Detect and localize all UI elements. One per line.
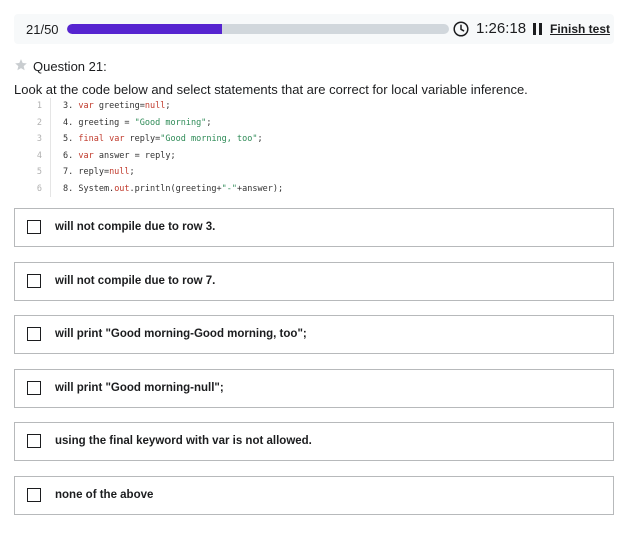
code-token: out xyxy=(114,183,130,194)
line-number: 5 xyxy=(36,167,42,177)
answer-option-label: will not compile due to row 7. xyxy=(55,275,216,287)
question-prompt: Look at the code below and select statem… xyxy=(14,82,528,97)
timer-text: 1:26:18 xyxy=(476,20,527,37)
checkbox[interactable] xyxy=(27,220,41,234)
answer-option-label: using the final keyword with var is not … xyxy=(55,435,312,447)
checkbox[interactable] xyxy=(27,381,41,395)
code-token: 6. xyxy=(63,150,79,161)
answer-option-1[interactable]: will not compile due to row 3. xyxy=(14,208,614,247)
code-token: "Good morning, too" xyxy=(160,134,258,144)
code-gutter-divider xyxy=(50,114,51,131)
code-text: 5. final var reply="Good morning, too"; xyxy=(63,131,263,147)
code-token: ; xyxy=(129,167,135,177)
checkbox[interactable] xyxy=(27,274,41,288)
code-token: null xyxy=(144,101,166,111)
answer-option-2[interactable]: will not compile due to row 7. xyxy=(14,262,614,301)
answer-option-6[interactable]: none of the above xyxy=(14,476,614,515)
code-line: 1 3. var greeting=null; xyxy=(14,98,414,115)
line-number: 6 xyxy=(36,183,42,194)
code-token: +answer); xyxy=(237,183,284,194)
code-text: 3. var greeting=null; xyxy=(63,98,171,114)
code-line: 4 6. var answer = reply; xyxy=(14,147,414,164)
star-icon[interactable] xyxy=(14,58,28,72)
answer-option-label: will print "Good morning-Good morning, t… xyxy=(55,328,307,340)
progress-bar-fill xyxy=(67,24,222,34)
progress-bar xyxy=(67,24,449,34)
code-token: ; xyxy=(165,101,171,111)
code-text: 4. greeting = "Good morning"; xyxy=(63,115,211,131)
code-text: 8. System.out.println(greeting+"-"+answe… xyxy=(63,181,283,197)
code-snippet: 1 3. var greeting=null; 2 4. greeting = "Go… xyxy=(14,98,414,197)
code-token: var xyxy=(109,134,125,144)
question-counter: 21/50 xyxy=(26,22,59,37)
code-line: 2 4. greeting = "Good morning"; xyxy=(14,114,414,131)
code-gutter-divider xyxy=(50,147,51,164)
checkbox[interactable] xyxy=(27,327,41,341)
checkbox[interactable] xyxy=(27,488,41,502)
clock-icon xyxy=(453,21,469,37)
code-token: 7. reply= xyxy=(63,167,110,177)
exam-header-bar: 21/50 1:26:18 Finish test xyxy=(14,14,614,44)
code-token: "Good morning" xyxy=(134,117,207,128)
answer-option-5[interactable]: using the final keyword with var is not … xyxy=(14,422,614,461)
code-line: 5 7. reply=null; xyxy=(14,164,414,181)
code-line: 3 5. final var reply="Good morning, too"; xyxy=(14,131,414,148)
answer-option-3[interactable]: will print "Good morning-Good morning, t… xyxy=(14,315,614,354)
code-token: 8. System. xyxy=(63,183,115,194)
code-token: reply= xyxy=(124,134,161,144)
code-token: final xyxy=(78,134,104,144)
pause-icon[interactable] xyxy=(533,23,543,35)
code-gutter-divider xyxy=(50,131,51,148)
answer-option-label: will print "Good morning-null"; xyxy=(55,382,224,394)
answer-option-label: will not compile due to row 3. xyxy=(55,221,216,233)
code-token: var xyxy=(78,150,94,161)
question-number: Question 21: xyxy=(33,59,107,74)
code-gutter-divider xyxy=(50,98,51,115)
line-number: 1 xyxy=(36,101,42,111)
line-number: 4 xyxy=(36,150,42,161)
code-token: 3. xyxy=(63,101,79,111)
code-token: greeting= xyxy=(93,101,145,111)
line-number: 3 xyxy=(36,134,42,144)
code-token: .println(greeting+ xyxy=(129,183,222,194)
code-token: 5. xyxy=(63,134,79,144)
code-token: "-" xyxy=(221,183,238,194)
code-gutter-divider xyxy=(50,180,51,197)
code-token: ; xyxy=(206,117,212,128)
code-token: null xyxy=(109,167,130,177)
code-token: var xyxy=(78,101,94,111)
checkbox[interactable] xyxy=(27,434,41,448)
code-text: 7. reply=null; xyxy=(63,164,135,180)
line-number: 2 xyxy=(36,117,42,128)
code-token: ; xyxy=(257,134,263,144)
code-text: 6. var answer = reply; xyxy=(63,148,176,164)
code-gutter-divider xyxy=(50,164,51,181)
code-token: answer = reply; xyxy=(93,150,176,161)
code-line: 6 8. System.out.println(greeting+"-"+answ… xyxy=(14,180,414,197)
answer-option-label: none of the above xyxy=(55,489,154,501)
code-token: 4. greeting = xyxy=(63,117,135,128)
answer-option-4[interactable]: will print "Good morning-null"; xyxy=(14,369,614,408)
finish-test-button[interactable]: Finish test xyxy=(550,22,610,36)
